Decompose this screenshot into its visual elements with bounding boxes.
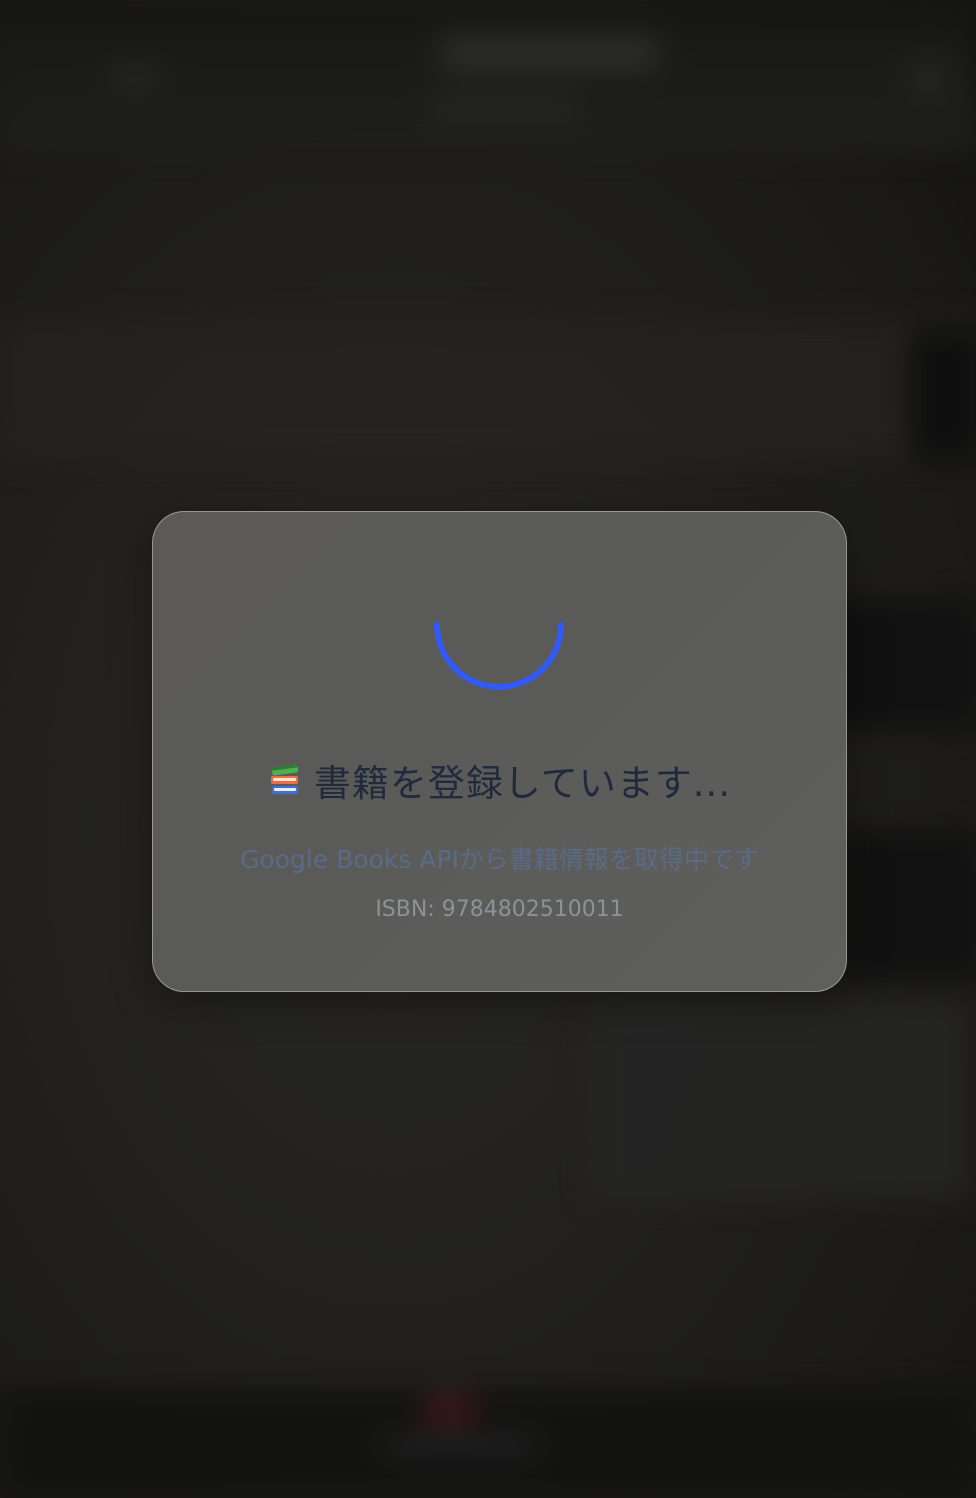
books-icon (268, 763, 302, 797)
dialog-title: 書籍を登録しています... (313, 762, 732, 805)
dialog-title-row: 書籍を登録しています... (152, 750, 847, 810)
loading-spinner (434, 622, 564, 690)
dialog-message: Google Books APIから書籍情報を取得中です (240, 845, 759, 874)
isbn-label: ISBN: 9784802510011 (375, 897, 624, 922)
